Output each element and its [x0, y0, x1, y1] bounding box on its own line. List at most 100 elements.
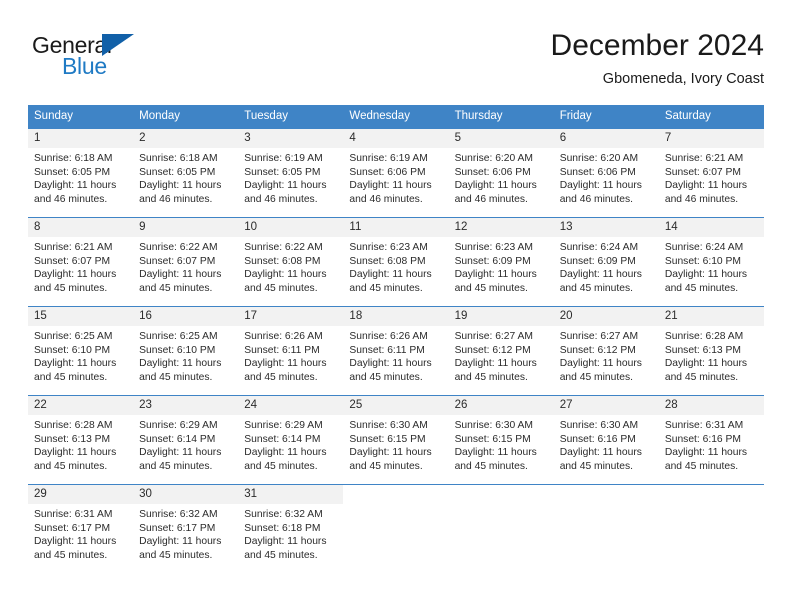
calendar-week-row: 22 Sunrise: 6:28 AM Sunset: 6:13 PM Dayligh… — [28, 395, 764, 484]
day-number — [554, 485, 659, 504]
day-cell-17[interactable]: 17 Sunrise: 6:26 AM Sunset: 6:11 PM Dayligh… — [238, 307, 344, 395]
weekday-header-friday: Friday — [559, 110, 592, 122]
day-sun-info: Sunrise: 6:26 AM Sunset: 6:11 PM Daylight:… — [343, 326, 448, 384]
day-sunrise-text: Sunrise: 6:23 AM — [454, 242, 533, 253]
day-sunset-text: Sunset: 6:06 PM — [454, 166, 531, 178]
day-sunset-text: Sunset: 6:09 PM — [559, 255, 636, 267]
day-cell-20[interactable]: 20 Sunrise: 6:27 AM Sunset: 6:12 PM Dayligh… — [553, 307, 659, 395]
day-cell-21[interactable]: 21 Sunrise: 6:28 AM Sunset: 6:13 PM Dayligh… — [658, 307, 764, 395]
day-sun-info: Sunrise: 6:21 AM Sunset: 6:07 PM Daylight:… — [659, 148, 764, 206]
day-sun-info: Sunrise: 6:22 AM Sunset: 6:07 PM Daylight:… — [133, 237, 238, 295]
day-sunrise-text: Sunrise: 6:30 AM — [559, 420, 639, 431]
day-cell-2[interactable]: 2 Sunrise: 6:18 AM Sunset: 6:05 PM Daylight… — [133, 129, 239, 217]
day-sunset-text: Sunset: 6:17 PM — [34, 522, 111, 534]
day-cell-3[interactable]: 3 Sunrise: 6:19 AM Sunset: 6:05 PM Daylight… — [238, 129, 344, 217]
day-cell-28[interactable]: 28 Sunrise: 6:31 AM Sunset: 6:16 PM Dayligh… — [658, 396, 764, 484]
day-daylight-line1-text: Daylight: 11 hours — [34, 358, 117, 370]
day-cell-13[interactable]: 13 Sunrise: 6:24 AM Sunset: 6:09 PM Dayligh… — [553, 218, 659, 306]
day-daylight-line2-text: and 45 minutes. — [139, 460, 213, 472]
day-cell-19[interactable]: 19 Sunrise: 6:27 AM Sunset: 6:12 PM Dayligh… — [448, 307, 554, 395]
day-number: 22 — [28, 396, 134, 415]
day-sunrise-text: Sunrise: 6:32 AM — [244, 509, 323, 520]
day-sunset-text: Sunset: 6:07 PM — [34, 255, 111, 267]
day-daylight-line2-text: and 45 minutes. — [454, 371, 528, 383]
day-cell-14[interactable]: 14 Sunrise: 6:24 AM Sunset: 6:10 PM Dayligh… — [658, 218, 764, 306]
day-daylight-line1-text: Daylight: 11 hours — [664, 358, 748, 370]
day-number — [343, 485, 448, 504]
day-daylight-line1-text: Daylight: 11 hours — [559, 180, 642, 192]
day-daylight-line2-text: and 45 minutes. — [559, 371, 633, 383]
day-cell-5[interactable]: 5 Sunrise: 6:20 AM Sunset: 6:06 PM Daylight… — [448, 129, 554, 217]
day-cell-15[interactable]: 15 Sunrise: 6:25 AM Sunset: 6:10 PM Dayligh… — [28, 307, 134, 395]
calendar-grid: Sunday Monday Tuesday Wednesday Thursday Frid… — [28, 105, 764, 573]
day-daylight-line2-text: and 46 minutes. — [454, 193, 528, 205]
day-sun-info: Sunrise: 6:18 AM Sunset: 6:05 PM Daylight:… — [28, 148, 133, 206]
day-cell-25[interactable]: 25 Sunrise: 6:30 AM Sunset: 6:15 PM Dayligh… — [343, 396, 449, 484]
day-number: 9 — [133, 218, 239, 237]
day-cell-9[interactable]: 9 Sunrise: 6:22 AM Sunset: 6:07 PM Daylight… — [133, 218, 239, 306]
day-sunrise-text: Sunrise: 6:28 AM — [34, 420, 113, 431]
day-number: 14 — [658, 218, 764, 237]
day-cell-16[interactable]: 16 Sunrise: 6:25 AM Sunset: 6:10 PM Dayligh… — [133, 307, 239, 395]
day-cell-6[interactable]: 6 Sunrise: 6:20 AM Sunset: 6:06 PM Daylight… — [553, 129, 659, 217]
day-number: 30 — [133, 485, 239, 504]
day-daylight-line1-text: Daylight: 11 hours — [244, 358, 327, 370]
day-cell-30[interactable]: 30 Sunrise: 6:32 AM Sunset: 6:17 PM Dayligh… — [133, 485, 239, 573]
title-block: December 2024 Gbomeneda, Ivory Coast — [551, 28, 764, 90]
day-sunset-text: Sunset: 6:17 PM — [139, 522, 216, 534]
day-cell-22[interactable]: 22 Sunrise: 6:28 AM Sunset: 6:13 PM Dayligh… — [28, 396, 134, 484]
day-daylight-line1-text: Daylight: 11 hours — [664, 269, 748, 281]
weekday-header-sunday: Sunday — [34, 110, 74, 122]
day-daylight-line2-text: and 46 minutes. — [139, 193, 213, 205]
day-daylight-line1-text: Daylight: 11 hours — [244, 269, 327, 281]
day-cell-1[interactable]: 1 Sunrise: 6:18 AM Sunset: 6:05 PM Daylight… — [28, 129, 134, 217]
day-daylight-line1-text: Daylight: 11 hours — [244, 180, 327, 192]
day-sunset-text: Sunset: 6:12 PM — [559, 344, 636, 356]
day-sunset-text: Sunset: 6:08 PM — [349, 255, 426, 267]
day-daylight-line2-text: and 46 minutes. — [664, 193, 739, 205]
day-sun-info: Sunrise: 6:29 AM Sunset: 6:14 PM Daylight:… — [238, 415, 343, 473]
weekday-header-wednesday: Wednesday — [349, 110, 410, 122]
day-cell-11[interactable]: 11 Sunrise: 6:23 AM Sunset: 6:08 PM Dayligh… — [343, 218, 449, 306]
day-sunrise-text: Sunrise: 6:27 AM — [454, 331, 533, 342]
day-daylight-line1-text: Daylight: 11 hours — [349, 447, 432, 459]
day-number: 2 — [133, 129, 239, 148]
day-number: 29 — [28, 485, 134, 504]
day-cell-18[interactable]: 18 Sunrise: 6:26 AM Sunset: 6:11 PM Dayligh… — [343, 307, 449, 395]
day-cell-4[interactable]: 4 Sunrise: 6:19 AM Sunset: 6:06 PM Daylight… — [343, 129, 449, 217]
day-cell-31[interactable]: 31 Sunrise: 6:32 AM Sunset: 6:18 PM Dayligh… — [238, 485, 344, 573]
day-number: 8 — [28, 218, 134, 237]
day-sunrise-text: Sunrise: 6:19 AM — [349, 153, 428, 164]
day-daylight-line2-text: and 45 minutes. — [454, 282, 528, 294]
day-cell-27[interactable]: 27 Sunrise: 6:30 AM Sunset: 6:16 PM Dayligh… — [553, 396, 659, 484]
day-number: 15 — [28, 307, 134, 326]
day-cell-8[interactable]: 8 Sunrise: 6:21 AM Sunset: 6:07 PM Daylight… — [28, 218, 134, 306]
day-sun-info: Sunrise: 6:21 AM Sunset: 6:07 PM Daylight:… — [28, 237, 133, 295]
day-sunrise-text: Sunrise: 6:19 AM — [244, 153, 323, 164]
day-daylight-line1-text: Daylight: 11 hours — [454, 358, 537, 370]
day-cell-23[interactable]: 23 Sunrise: 6:29 AM Sunset: 6:14 PM Dayligh… — [133, 396, 239, 484]
day-cell-10[interactable]: 10 Sunrise: 6:22 AM Sunset: 6:08 PM Dayligh… — [238, 218, 344, 306]
day-sun-info: Sunrise: 6:18 AM Sunset: 6:05 PM Daylight:… — [133, 148, 238, 206]
day-sunrise-text: Sunrise: 6:24 AM — [664, 242, 744, 253]
day-number: 17 — [238, 307, 344, 326]
day-cell-12[interactable]: 12 Sunrise: 6:23 AM Sunset: 6:09 PM Dayligh… — [448, 218, 554, 306]
general-blue-logo[interactable]: General Blue — [32, 32, 162, 80]
day-sunset-text: Sunset: 6:11 PM — [244, 344, 320, 356]
day-cell-29[interactable]: 29 Sunrise: 6:31 AM Sunset: 6:17 PM Dayligh… — [28, 485, 134, 573]
calendar-page: General Blue December 2024 Gbomeneda, Iv… — [0, 0, 792, 612]
day-daylight-line1-text: Daylight: 11 hours — [559, 447, 642, 459]
day-sunrise-text: Sunrise: 6:26 AM — [244, 331, 323, 342]
day-cell-empty — [449, 485, 554, 573]
day-sun-info: Sunrise: 6:28 AM Sunset: 6:13 PM Daylight:… — [28, 415, 133, 473]
day-sunset-text: Sunset: 6:18 PM — [244, 522, 321, 534]
day-sunset-text: Sunset: 6:09 PM — [454, 255, 531, 267]
day-cell-7[interactable]: 7 Sunrise: 6:21 AM Sunset: 6:07 PM Daylight… — [658, 129, 764, 217]
day-cell-24[interactable]: 24 Sunrise: 6:29 AM Sunset: 6:14 PM Dayligh… — [238, 396, 344, 484]
day-number: 31 — [238, 485, 344, 504]
day-number: 25 — [343, 396, 449, 415]
day-sunset-text: Sunset: 6:11 PM — [349, 344, 425, 356]
day-number: 11 — [343, 218, 449, 237]
day-sun-info: Sunrise: 6:22 AM Sunset: 6:08 PM Daylight:… — [238, 237, 343, 295]
day-cell-26[interactable]: 26 Sunrise: 6:30 AM Sunset: 6:15 PM Dayligh… — [448, 396, 554, 484]
